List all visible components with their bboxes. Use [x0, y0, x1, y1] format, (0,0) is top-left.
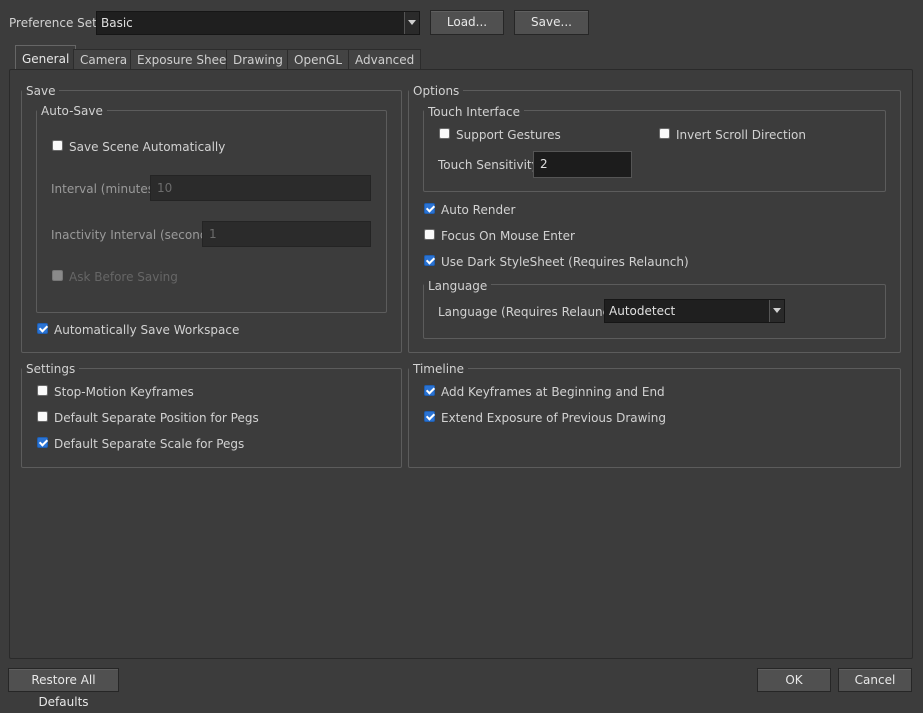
cancel-button[interactable]: Cancel — [838, 668, 912, 692]
tab-exposure-sheet[interactable]: Exposure Sheet — [130, 49, 239, 69]
restore-all-defaults-button[interactable]: Restore All Defaults — [8, 668, 119, 709]
support-gestures-label: Support Gestures — [456, 128, 561, 142]
ask-before-saving-label: Ask Before Saving — [69, 270, 178, 284]
invert-scroll-label: Invert Scroll Direction — [676, 128, 807, 142]
inactivity-interval-label: Inactivity Interval (seconds) — [51, 228, 219, 242]
inactivity-interval-field[interactable]: 1 — [202, 221, 371, 247]
save-preset-button[interactable]: Save... — [514, 10, 589, 35]
timeline-group-title: Timeline — [409, 362, 469, 376]
auto-render-label: Auto Render — [441, 203, 516, 217]
support-gestures-checkbox[interactable] — [439, 128, 450, 139]
chevron-down-icon — [769, 300, 784, 322]
language-dropdown[interactable]: Autodetect — [604, 299, 785, 323]
load-button[interactable]: Load... — [430, 10, 504, 35]
language-label: Language (Requires Relaunch) — [438, 305, 622, 319]
tab-opengl[interactable]: OpenGL — [287, 49, 350, 69]
ask-before-saving-checkbox[interactable] — [52, 270, 63, 281]
ok-button[interactable]: OK — [757, 668, 831, 692]
touch-sensitivity-field[interactable]: 2 — [533, 151, 632, 178]
tab-general[interactable]: General — [15, 45, 77, 69]
preference-set-dropdown[interactable]: Basic — [96, 11, 420, 35]
separate-scale-checkbox[interactable] — [37, 437, 48, 448]
save-scene-checkbox[interactable] — [52, 140, 63, 151]
language-value: Autodetect — [609, 304, 676, 318]
extend-exposure-label: Extend Exposure of Previous Drawing — [441, 411, 666, 425]
dark-stylesheet-label: Use Dark StyleSheet (Requires Relaunch) — [441, 255, 689, 269]
save-group-title: Save — [22, 84, 60, 98]
add-keyframes-label: Add Keyframes at Beginning and End — [441, 385, 665, 399]
interval-label: Interval (minutes) — [51, 182, 159, 196]
separate-position-label: Default Separate Position for Pegs — [54, 411, 259, 425]
stop-motion-keyframes-label: Stop-Motion Keyframes — [54, 385, 194, 399]
preference-set-value: Basic — [101, 16, 133, 30]
tab-camera[interactable]: Camera — [73, 49, 135, 69]
touch-sensitivity-label: Touch Sensitivity — [438, 158, 539, 172]
auto-save-workspace-label: Automatically Save Workspace — [54, 323, 240, 337]
separate-scale-label: Default Separate Scale for Pegs — [54, 437, 245, 451]
focus-mouse-enter-checkbox[interactable] — [424, 229, 435, 240]
tab-advanced[interactable]: Advanced — [348, 49, 422, 69]
touch-interface-group — [423, 110, 886, 192]
dark-stylesheet-checkbox[interactable] — [424, 255, 435, 266]
extend-exposure-checkbox[interactable] — [424, 411, 435, 422]
auto-save-workspace-checkbox[interactable] — [37, 323, 48, 334]
save-scene-label: Save Scene Automatically — [69, 140, 226, 154]
separate-position-checkbox[interactable] — [37, 411, 48, 422]
tab-drawing[interactable]: Drawing — [226, 49, 290, 69]
options-group-title: Options — [409, 84, 464, 98]
focus-mouse-enter-label: Focus On Mouse Enter — [441, 229, 575, 243]
touch-interface-title: Touch Interface — [424, 105, 524, 119]
stop-motion-keyframes-checkbox[interactable] — [37, 385, 48, 396]
chevron-down-icon — [404, 12, 419, 34]
settings-group-title: Settings — [22, 362, 80, 376]
invert-scroll-checkbox[interactable] — [659, 128, 670, 139]
autosave-group-title: Auto-Save — [37, 104, 107, 118]
auto-render-checkbox[interactable] — [424, 203, 435, 214]
add-keyframes-checkbox[interactable] — [424, 385, 435, 396]
language-group-title: Language — [424, 279, 492, 293]
interval-field[interactable]: 10 — [150, 175, 371, 201]
preference-set-label: Preference Set: — [9, 16, 101, 30]
